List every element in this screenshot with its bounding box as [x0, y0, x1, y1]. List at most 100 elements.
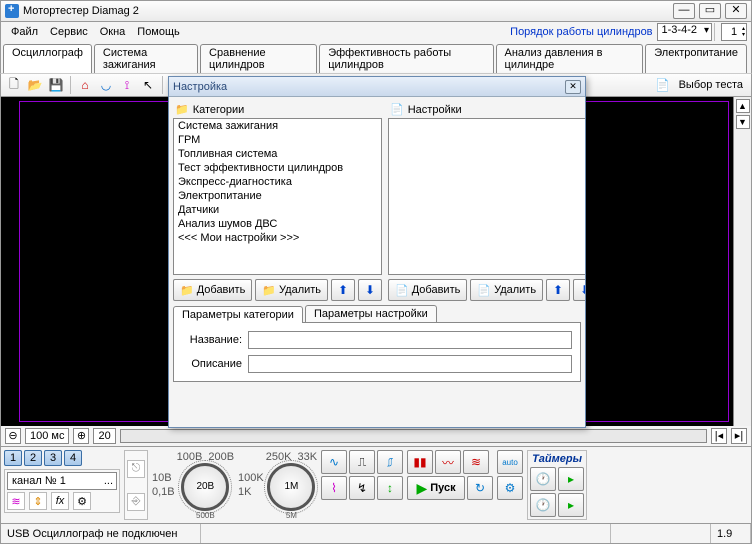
channel-pill-3[interactable]: 3	[44, 450, 62, 466]
tab-ignition[interactable]: Система зажигания	[94, 44, 198, 73]
list-item[interactable]: Анализ шумов ДВС	[174, 217, 381, 231]
folder-icon: 📁	[175, 103, 189, 116]
timer2-icon[interactable]: 🕐	[530, 493, 556, 517]
add-category-button[interactable]: 📁Добавить	[173, 279, 252, 301]
minimize-button[interactable]: —	[673, 3, 695, 19]
categories-list[interactable]: Система зажигания ГРМ Топливная система …	[173, 118, 382, 275]
delete-category-button[interactable]: 📁Удалить	[255, 279, 328, 301]
channel-select[interactable]: канал № 1	[7, 472, 117, 490]
dialog-title: Настройка	[173, 81, 565, 93]
io-icon[interactable]: ⎋	[127, 460, 145, 478]
tab-pressure[interactable]: Анализ давления в цилиндре	[496, 44, 644, 73]
zoom-in-icon[interactable]: ⊕	[73, 428, 89, 444]
dialog-close-icon[interactable]: ✕	[565, 80, 581, 94]
menu-help[interactable]: Помощь	[131, 24, 186, 40]
channel-pill-1[interactable]: 1	[4, 450, 22, 466]
list-item[interactable]: Экспресс-диагностика	[174, 175, 381, 189]
tab-power[interactable]: Электропитание	[645, 44, 747, 73]
voltage-knob[interactable]: 20В	[181, 463, 229, 511]
menu-service[interactable]: Сервис	[44, 24, 94, 40]
move-down-button[interactable]: ⬇	[358, 279, 382, 301]
wave-icon[interactable]: ⎎	[377, 450, 403, 474]
delete-setting-button[interactable]: 📄Удалить	[470, 279, 543, 301]
scope-right-controls: ▲ ▼	[733, 97, 751, 426]
list-item[interactable]: Датчики	[174, 203, 381, 217]
save-icon[interactable]: 💾	[47, 76, 65, 94]
loop-icon[interactable]: ↻	[467, 476, 493, 500]
time-value2[interactable]: 20	[93, 428, 115, 444]
tool-icon[interactable]: ◡	[97, 76, 115, 94]
multi-sine-icon[interactable]: ≋	[463, 450, 489, 474]
chan-tool-icon[interactable]: ⚙	[73, 492, 91, 510]
time-value[interactable]: 100 мс	[25, 428, 69, 444]
auto-settings-icon[interactable]: ⚙	[497, 476, 523, 500]
main-tabs: Осциллограф Система зажигания Сравнение …	[0, 42, 752, 73]
menu-file[interactable]: Файл	[5, 24, 44, 40]
name-input[interactable]	[248, 331, 572, 349]
settings-list[interactable]	[388, 118, 585, 275]
test-icon[interactable]: 📄	[654, 76, 672, 94]
test-select-label[interactable]: Выбор теста	[675, 79, 747, 91]
freq-knob[interactable]: 1М	[267, 463, 315, 511]
maximize-button[interactable]: ▭	[699, 3, 721, 19]
firing-order-select[interactable]: 1-3-4-2	[657, 23, 712, 41]
move-up-button[interactable]: ⬆	[546, 279, 570, 301]
list-item[interactable]: Топливная система	[174, 147, 381, 161]
cursor-icon[interactable]: ↖	[139, 76, 157, 94]
next-frame-icon[interactable]: ▸|	[731, 428, 747, 444]
io-icon[interactable]: ⎆	[127, 493, 145, 511]
chan-fx-icon[interactable]: fx	[51, 492, 69, 510]
tool-icon[interactable]: ⌂	[76, 76, 94, 94]
timers-panel: Таймеры 🕐 ▸ 🕐 ▸	[527, 450, 587, 520]
timer-play-icon[interactable]: ▸	[558, 467, 584, 491]
tab-cylinder-efficiency[interactable]: Эффективность работы цилиндров	[319, 44, 493, 73]
wave-icon[interactable]: ↯	[349, 476, 375, 500]
start-button[interactable]: ▶ Пуск	[407, 476, 465, 500]
wave-icon[interactable]: ⌇	[321, 476, 347, 500]
scrub-track[interactable]	[120, 429, 707, 443]
list-item[interactable]: Система зажигания	[174, 119, 381, 133]
menubar: Файл Сервис Окна Помощь Порядок работы ц…	[0, 22, 752, 42]
timer-play-icon[interactable]: ▸	[558, 493, 584, 517]
status-version: 1.9	[711, 524, 751, 543]
prev-frame-icon[interactable]: |◂	[711, 428, 727, 444]
new-icon[interactable]: 🗋	[5, 76, 23, 94]
desc-input[interactable]	[248, 355, 572, 373]
channel-pill-2[interactable]: 2	[24, 450, 42, 466]
wave-icon[interactable]: ∿	[321, 450, 347, 474]
tab-cylinder-compare[interactable]: Сравнение цилиндров	[200, 44, 317, 73]
timer1-icon[interactable]: 🕐	[530, 467, 556, 491]
zoom-out-icon[interactable]: ⊖	[5, 428, 21, 444]
open-icon[interactable]: 📂	[26, 76, 44, 94]
settings-dialog: Настройка ✕ 📁 Категории Система зажигани…	[168, 76, 586, 428]
channel-pill-4[interactable]: 4	[64, 450, 82, 466]
tab-category-params[interactable]: Параметры категории	[173, 306, 303, 323]
stop-icon[interactable]: ▮▮	[407, 450, 433, 474]
dialog-titlebar[interactable]: Настройка ✕	[169, 77, 585, 97]
list-item[interactable]: <<< Мои настройки >>>	[174, 231, 381, 245]
firing-order-label: Порядок работы цилиндров	[510, 26, 652, 38]
status-cell	[611, 524, 711, 543]
list-item[interactable]: Электропитание	[174, 189, 381, 203]
add-setting-button[interactable]: 📄Добавить	[388, 279, 467, 301]
move-up-button[interactable]: ⬆	[331, 279, 355, 301]
auto-buttons: auto ⚙	[497, 450, 523, 520]
wave-icon[interactable]: ↕	[377, 476, 403, 500]
tab-oscilloscope[interactable]: Осциллограф	[3, 44, 92, 73]
list-item[interactable]: Тест эффективности цилиндров	[174, 161, 381, 175]
menu-windows[interactable]: Окна	[94, 24, 132, 40]
wave-icon[interactable]: ⎍	[349, 450, 375, 474]
scroll-up-icon[interactable]: ▲	[736, 99, 750, 113]
list-item[interactable]: ГРМ	[174, 133, 381, 147]
sine-icon[interactable]: 〰	[435, 450, 461, 474]
tab-setting-params[interactable]: Параметры настройки	[305, 305, 437, 322]
cylinder-spin[interactable]: 1	[721, 23, 747, 41]
chan-tool-icon[interactable]: ⇕	[29, 492, 47, 510]
close-button[interactable]: ✕	[725, 3, 747, 19]
bottom-panel: 1 2 3 4 канал № 1 ≋ ⇕ fx ⚙ ⎋ ⎆ 10В 0,1В …	[0, 446, 752, 524]
auto-button[interactable]: auto	[497, 450, 523, 474]
tool-icon[interactable]: ⟟	[118, 76, 136, 94]
move-down-button[interactable]: ⬇	[573, 279, 585, 301]
chan-tool-icon[interactable]: ≋	[7, 492, 25, 510]
scroll-down-icon[interactable]: ▼	[736, 115, 750, 129]
